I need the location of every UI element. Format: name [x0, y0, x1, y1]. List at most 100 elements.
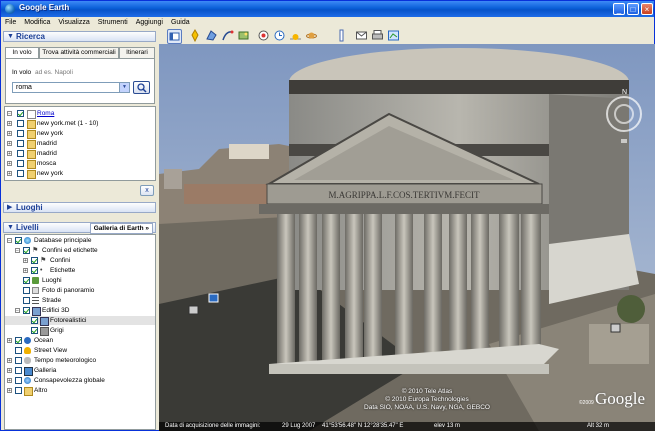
minimize-button[interactable]: _: [613, 3, 625, 15]
menu-visualizza[interactable]: Visualizza: [54, 17, 93, 28]
checkbox[interactable]: [17, 130, 24, 137]
tree-item[interactable]: − Database principale: [5, 236, 155, 245]
ruler-icon[interactable]: [335, 29, 348, 42]
checkbox[interactable]: [17, 170, 24, 177]
placemark-icon[interactable]: [188, 305, 199, 315]
tree-item[interactable]: + Tempo meteorologico: [5, 356, 155, 365]
checkbox[interactable]: [31, 327, 38, 334]
expand-icon[interactable]: +: [7, 171, 12, 177]
expand-icon[interactable]: +: [7, 121, 12, 127]
checkbox[interactable]: [17, 110, 24, 117]
checkbox[interactable]: [23, 277, 30, 284]
collapse-icon[interactable]: −: [7, 238, 12, 244]
expand-icon[interactable]: +: [7, 378, 12, 384]
expand-icon[interactable]: +: [7, 338, 12, 344]
expand-icon[interactable]: +: [7, 388, 12, 394]
menu-modifica[interactable]: Modifica: [20, 17, 54, 28]
checkbox[interactable]: [23, 307, 30, 314]
collapse-triangle-icon[interactable]: ▼: [7, 32, 14, 42]
layer-label: Tempo meteorologico: [34, 357, 97, 364]
add-placemark-icon[interactable]: [189, 29, 202, 43]
expand-icon[interactable]: +: [7, 131, 12, 137]
tree-item[interactable]: + Ocean: [5, 336, 155, 345]
checkbox[interactable]: [17, 160, 24, 167]
close-button[interactable]: ×: [641, 3, 653, 15]
tree-item[interactable]: + Altro: [5, 386, 155, 396]
collapse-icon[interactable]: −: [7, 111, 12, 117]
checkbox[interactable]: [17, 120, 24, 127]
add-path-icon[interactable]: [221, 29, 234, 42]
print-icon[interactable]: [371, 29, 384, 42]
checkbox[interactable]: [31, 257, 38, 264]
tree-item[interactable]: Luoghi: [5, 276, 155, 285]
checkbox[interactable]: [15, 237, 22, 244]
layers-panel-header[interactable]: ▼ Livelli Galleria di Earth »: [3, 222, 156, 234]
add-polygon-icon[interactable]: [205, 29, 218, 42]
dropdown-arrow-icon[interactable]: ▼: [119, 83, 129, 92]
historical-imagery-icon[interactable]: [273, 29, 286, 42]
result-label[interactable]: Roma: [37, 109, 54, 118]
tree-item[interactable]: Street View: [5, 346, 155, 355]
checkbox[interactable]: [23, 287, 30, 294]
sunlight-icon[interactable]: [289, 29, 302, 42]
title-bar[interactable]: Google Earth _ □ ×: [1, 1, 654, 17]
tree-item[interactable]: + Galleria: [5, 366, 155, 376]
placemark-icon[interactable]: [610, 323, 621, 333]
record-tour-icon[interactable]: [257, 29, 270, 42]
tree-item[interactable]: + ⚑ Confini: [5, 256, 155, 265]
add-overlay-icon[interactable]: [237, 29, 250, 42]
planets-icon[interactable]: [305, 29, 318, 42]
zoom-slider-icon[interactable]: [621, 139, 627, 143]
expand-icon[interactable]: +: [7, 141, 12, 147]
checkbox[interactable]: [23, 297, 30, 304]
view-in-maps-icon[interactable]: [387, 29, 400, 42]
checkbox[interactable]: [17, 140, 24, 147]
checkbox[interactable]: [15, 347, 22, 354]
search-panel-header[interactable]: ▼ Ricerca: [3, 31, 156, 42]
placemark-icon[interactable]: [208, 293, 219, 303]
expand-icon[interactable]: +: [23, 268, 28, 274]
tree-item[interactable]: + Consapevolezza globale: [5, 376, 155, 385]
menu-guida[interactable]: Guida: [167, 17, 194, 28]
sidebar-toggle-icon[interactable]: [167, 29, 182, 44]
places-panel-header[interactable]: ▶ Luoghi: [3, 202, 156, 213]
menu-file[interactable]: File: [1, 17, 20, 28]
clear-results-button[interactable]: x: [140, 185, 154, 196]
expand-icon[interactable]: +: [23, 258, 28, 264]
expand-triangle-icon[interactable]: ▶: [7, 203, 12, 213]
menu-strumenti[interactable]: Strumenti: [94, 17, 132, 28]
tree-item[interactable]: Strade: [5, 296, 155, 305]
search-input[interactable]: roma ▼: [12, 82, 130, 93]
tree-item[interactable]: + • Etichette: [5, 266, 155, 275]
tree-item[interactable]: Foto di panoramio: [5, 286, 155, 295]
checkbox[interactable]: [15, 387, 22, 394]
tree-item[interactable]: − ⚑ Confini ed etichette: [5, 246, 155, 255]
expand-icon[interactable]: +: [7, 358, 12, 364]
checkbox[interactable]: [15, 357, 22, 364]
checkbox[interactable]: [31, 267, 38, 274]
collapse-triangle-icon[interactable]: ▼: [7, 223, 14, 233]
tree-item[interactable]: − Edifici 3D: [5, 306, 155, 316]
checkbox[interactable]: [17, 150, 24, 157]
checkbox[interactable]: [15, 377, 22, 384]
checkbox[interactable]: [31, 317, 38, 324]
collapse-icon[interactable]: −: [15, 248, 20, 254]
tree-item[interactable]: Grigi: [5, 326, 155, 336]
tab-find-businesses[interactable]: Trova attività commerciali: [39, 47, 119, 58]
earth-gallery-button[interactable]: Galleria di Earth »: [89, 223, 153, 234]
checkbox[interactable]: [23, 247, 30, 254]
search-button[interactable]: [133, 81, 150, 94]
earth-3d-view[interactable]: M.AGRIPPA.L.F.COS.TERTIVM.FECIT N © 2010…: [159, 44, 655, 431]
tab-directions[interactable]: Itinerari: [119, 47, 155, 58]
tree-item-selected[interactable]: Fotorealistici: [5, 316, 155, 326]
checkbox[interactable]: [15, 367, 22, 374]
expand-icon[interactable]: +: [7, 368, 12, 374]
expand-icon[interactable]: +: [7, 161, 12, 167]
expand-icon[interactable]: +: [7, 151, 12, 157]
collapse-icon[interactable]: −: [15, 308, 20, 314]
email-icon[interactable]: [355, 29, 368, 42]
checkbox[interactable]: [15, 337, 22, 344]
menu-aggiungi[interactable]: Aggiungi: [132, 17, 167, 28]
maximize-button[interactable]: □: [627, 3, 639, 15]
north-indicator-icon[interactable]: N: [622, 89, 627, 96]
